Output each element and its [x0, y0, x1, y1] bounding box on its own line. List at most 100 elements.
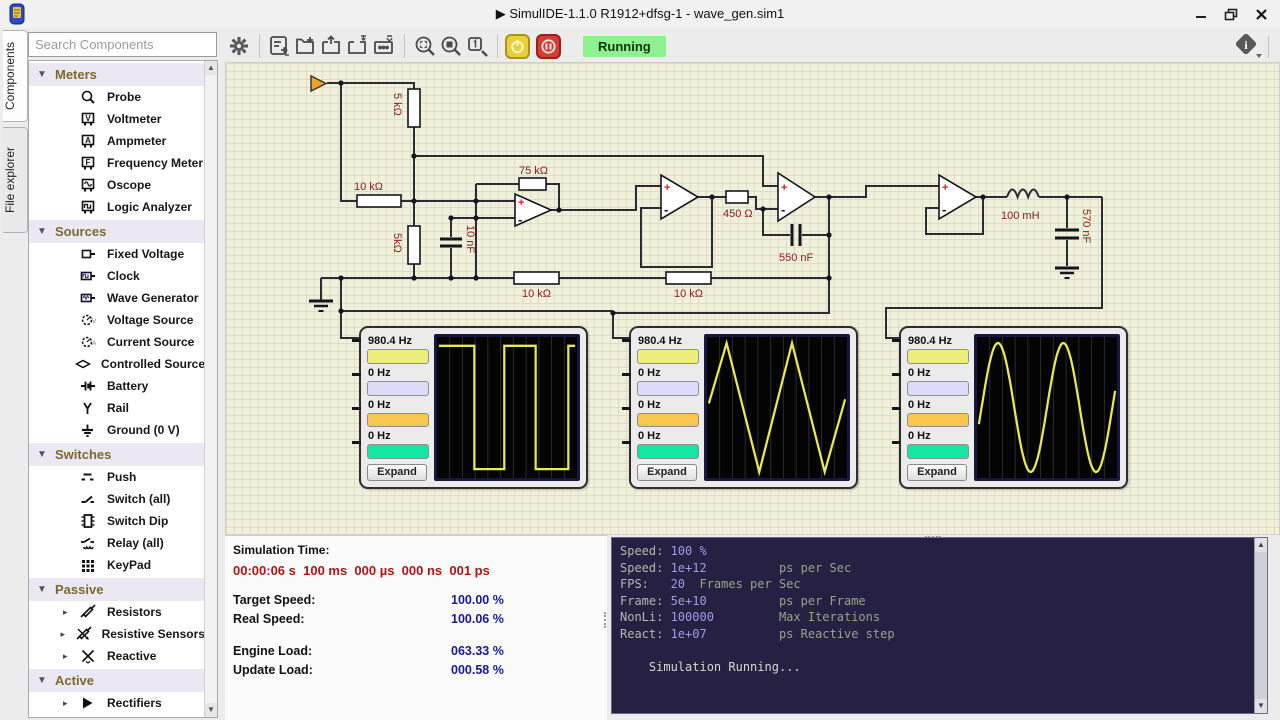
tree-item-probe[interactable]: Probe — [29, 86, 205, 108]
tree-category-sources[interactable]: ▼Sources — [29, 220, 205, 243]
component-value-label: 550 nF — [779, 252, 814, 264]
tree-category-passive[interactable]: ▼Passive — [29, 578, 205, 601]
panel-splitter-handle[interactable] — [604, 612, 607, 628]
tree-item-oscope[interactable]: Oscope — [29, 174, 205, 196]
scope-input-pin[interactable] — [352, 373, 361, 376]
oscilloscope-widget[interactable]: 980.4 Hz0 Hz0 Hz0 HzExpand — [359, 326, 588, 489]
channel-2-button[interactable] — [367, 381, 429, 396]
tree-item-battery[interactable]: Battery — [29, 375, 205, 397]
oscilloscope-widget[interactable]: 980.4 Hz0 Hz0 Hz0 HzExpand — [899, 326, 1128, 489]
recent-circuits-button[interactable] — [267, 33, 293, 59]
tree-item-relay[interactable]: Relay (all) — [29, 532, 205, 554]
tree-item-wave-gen[interactable]: Wave Generator — [29, 287, 205, 309]
tree-item-voltage-source[interactable]: VVoltage Source — [29, 309, 205, 331]
scope-screen — [974, 334, 1120, 481]
expand-arrow-icon[interactable]: ▸ — [63, 607, 75, 618]
tree-item-push[interactable]: Push — [29, 466, 205, 488]
freq-meter-icon: F — [75, 155, 101, 171]
zoom-fit-button[interactable] — [412, 33, 438, 59]
scroll-down-icon[interactable]: ▼ — [1255, 699, 1267, 713]
scope-input-pin[interactable] — [352, 339, 361, 342]
tree-category-meters[interactable]: ▼Meters — [29, 63, 205, 86]
expand-arrow-icon[interactable]: ▸ — [63, 698, 75, 709]
power-button[interactable] — [505, 34, 530, 59]
tree-item-logic-analyzer[interactable]: Logic Analyzer — [29, 196, 205, 218]
tree-scrollbar[interactable]: ▲ ▼ — [204, 61, 217, 717]
tree-item-switch[interactable]: Switch (all) — [29, 488, 205, 510]
tree-item-voltmeter[interactable]: VVoltmeter — [29, 108, 205, 130]
channel-2-button[interactable] — [637, 381, 699, 396]
tree-category-active[interactable]: ▼Active — [29, 669, 205, 692]
scope-input-pin[interactable] — [892, 339, 901, 342]
tree-item-freq-meter[interactable]: FFrequency Meter — [29, 152, 205, 174]
channel-4-button[interactable] — [367, 444, 429, 459]
minimize-button[interactable] — [1188, 6, 1214, 22]
scroll-up-icon[interactable]: ▲ — [1255, 538, 1267, 552]
item-label: KeyPad — [107, 558, 151, 572]
junction-dot — [473, 275, 478, 280]
expand-arrow-icon[interactable]: ▸ — [63, 651, 75, 662]
tree-item-rail[interactable]: Rail — [29, 397, 205, 419]
settings-button[interactable] — [226, 33, 252, 59]
channel-3-button[interactable] — [907, 413, 969, 428]
tab-components[interactable]: Components — [3, 30, 28, 122]
channel-3-button[interactable] — [637, 413, 699, 428]
tree-item-ground[interactable]: Ground (0 V) — [29, 419, 205, 441]
console-scrollbar[interactable]: ▲ ▼ — [1254, 538, 1267, 713]
tree-item-switch-dip[interactable]: Switch Dip — [29, 510, 205, 532]
scope-input-pin[interactable] — [622, 407, 631, 410]
channel-1-button[interactable] — [367, 349, 429, 364]
zoom-selected-button[interactable] — [438, 33, 464, 59]
scope-input-pin[interactable] — [622, 339, 631, 342]
scope-input-pin[interactable] — [622, 373, 631, 376]
pause-button[interactable] — [536, 34, 561, 59]
maximize-button[interactable] — [1218, 6, 1244, 22]
item-label: Probe — [107, 90, 141, 104]
tree-item-keypad[interactable]: KeyPad — [29, 554, 205, 576]
tree-item-clock[interactable]: Clock — [29, 265, 205, 287]
tree-item-resistive-sensors[interactable]: ▸Resistive Sensors — [29, 623, 205, 645]
close-button[interactable] — [1248, 6, 1274, 22]
tree-item-fixed-voltage[interactable]: Fixed Voltage — [29, 243, 205, 265]
new-circuit-button[interactable] — [293, 33, 319, 59]
tree-item-reactive[interactable]: ▸Reactive — [29, 645, 205, 667]
console-line: Speed: 1e+12 ps per Sec — [620, 560, 1259, 577]
save-circuit-button[interactable] — [345, 33, 371, 59]
scope-input-pin[interactable] — [892, 373, 901, 376]
scope-input-pin[interactable] — [892, 441, 901, 444]
oscilloscope-widget[interactable]: 980.4 Hz0 Hz0 Hz0 HzExpand — [629, 326, 858, 489]
tree-item-ampmeter[interactable]: AAmpmeter — [29, 130, 205, 152]
channel-2-button[interactable] — [907, 381, 969, 396]
channel-4-button[interactable] — [637, 444, 699, 459]
scroll-down-icon[interactable]: ▼ — [205, 703, 217, 717]
console-line: NonLi: 100000 Max Iterations — [620, 609, 1259, 626]
voltage-source-icon: V — [75, 312, 101, 328]
expand-button[interactable]: Expand — [367, 464, 427, 481]
channel-frequency: 0 Hz — [638, 367, 699, 379]
zoom-one-button[interactable] — [464, 33, 490, 59]
tab-file-explorer[interactable]: File explorer — [3, 127, 28, 233]
channel-1-button[interactable] — [637, 349, 699, 364]
ground-symbol-2 — [1055, 268, 1079, 278]
expand-button[interactable]: Expand — [637, 464, 697, 481]
scope-input-pin[interactable] — [352, 441, 361, 444]
expand-button[interactable]: Expand — [907, 464, 967, 481]
tree-item-rectifiers[interactable]: ▸Rectifiers — [29, 692, 205, 714]
scope-input-pin[interactable] — [352, 407, 361, 410]
circuit-canvas[interactable]: +- +- +- +- 5 kΩ10 kΩ75 kΩ5kΩ10 nF10 kΩ1… — [225, 62, 1280, 535]
tree-item-controlled-source[interactable]: Controlled Source — [29, 353, 205, 375]
tree-item-resistors[interactable]: ▸Resistors — [29, 601, 205, 623]
scroll-up-icon[interactable]: ▲ — [205, 61, 217, 75]
tree-item-current-source[interactable]: ACurrent Source — [29, 331, 205, 353]
channel-3-button[interactable] — [367, 413, 429, 428]
open-circuit-button[interactable] — [319, 33, 345, 59]
info-button[interactable]: i — [1234, 34, 1264, 60]
save-as-circuit-button[interactable] — [371, 33, 397, 59]
channel-1-button[interactable] — [907, 349, 969, 364]
tree-category-switches[interactable]: ▼Switches — [29, 443, 205, 466]
scope-input-pin[interactable] — [622, 441, 631, 444]
search-input[interactable] — [28, 32, 217, 57]
channel-4-button[interactable] — [907, 444, 969, 459]
expand-arrow-icon[interactable]: ▸ — [60, 629, 71, 640]
scope-input-pin[interactable] — [892, 407, 901, 410]
